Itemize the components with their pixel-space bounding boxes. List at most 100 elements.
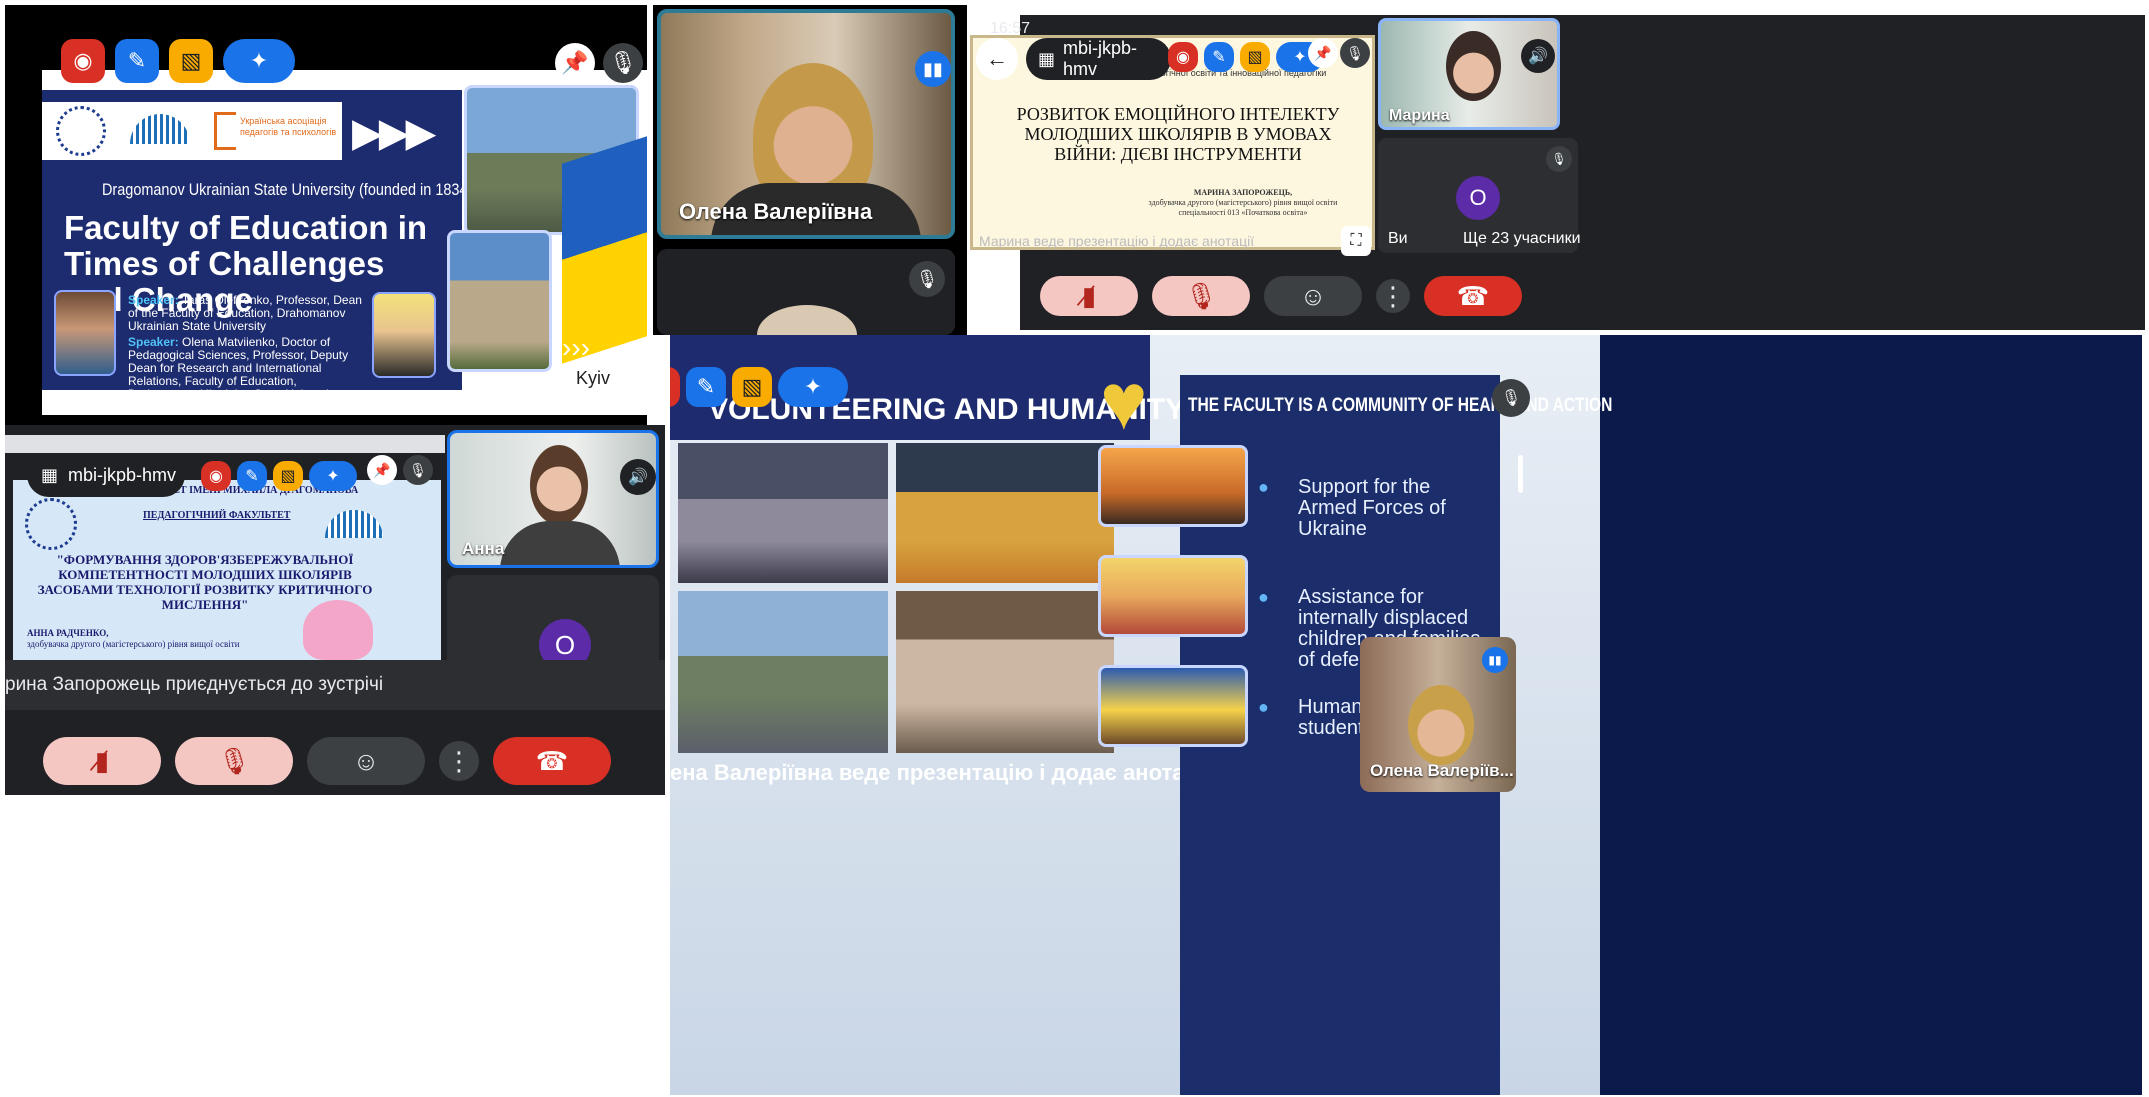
university-line: Dragomanov Ukrainian State University (f…	[102, 180, 473, 199]
pen-icon[interactable]: ✎	[115, 39, 159, 83]
volunteer-photo-1	[678, 443, 888, 583]
sunrise-logo-icon	[130, 114, 190, 144]
association-logo-icon	[214, 112, 236, 150]
children-photo	[1098, 555, 1248, 637]
pen-icon[interactable]: ✎	[1204, 42, 1234, 72]
emoji-button[interactable]: ☺	[307, 737, 425, 785]
mic-off-icon: 🎙	[1546, 146, 1572, 172]
more-options-button[interactable]: ⋮	[1376, 279, 1410, 313]
participant-name: Анна	[462, 539, 505, 558]
join-notification: рина Запорожець приєднується до зустрічі	[5, 660, 665, 710]
participant-name: Олена Валеріївна	[679, 199, 873, 224]
participant-tile-olena-small[interactable]: Олена Валеріїв... ▮▮	[1360, 637, 1516, 792]
participant-tile-anna[interactable]: Анна 🔊	[447, 430, 659, 568]
camera-off-icon[interactable]: ▧	[273, 461, 303, 491]
self-label: Ви	[1388, 230, 1408, 247]
back-arrow-icon[interactable]: ←	[976, 38, 1018, 80]
sparkle-icon[interactable]: ✦	[778, 367, 848, 407]
brain-mascot-icon	[303, 600, 373, 660]
participant-face	[530, 445, 588, 525]
pin-icon[interactable]: 📌	[1308, 38, 1338, 68]
author-name: МАРИНА ЗАПОРОЖЕЦЬ,	[1193, 188, 1293, 197]
hangup-button[interactable]: ☎	[1424, 276, 1522, 316]
author-line2: здобувачка другого (магістерського) рівн…	[1148, 198, 1338, 207]
speaker-icon[interactable]: 🔊	[1521, 39, 1555, 73]
mic-off-button[interactable]: 🎙	[1152, 276, 1250, 316]
association-logo-text: Українська асоціація педагогів та психол…	[240, 116, 337, 137]
chevron-decoration: ›››	[562, 332, 590, 363]
mic-off-icon[interactable]: 🎙	[1340, 38, 1370, 68]
mic-off-icon[interactable]: 🎙	[603, 43, 643, 83]
mic-off-icon[interactable]: 🎙	[1492, 379, 1530, 417]
record-icon[interactable]: ◉	[201, 461, 231, 491]
presenting-caption: Марина веде презентацію і додає анотації	[979, 233, 1255, 249]
city-label: Kyiv	[576, 368, 611, 388]
pen-icon[interactable]: ✎	[686, 367, 726, 407]
annotation-toolbar-3: ◉ ✎ ▧ ✦	[1168, 42, 1324, 72]
slide-4: УНІВЕРСИТЕТ ІМЕНІ МИХАЙЛА ДРАГОМАНОВА ПЕ…	[13, 480, 441, 660]
volunteer-photo-2	[896, 443, 1114, 583]
record-icon[interactable]: ◉	[61, 39, 105, 83]
camera-off-icon[interactable]: ▧	[732, 367, 772, 407]
panel-5-window: VOLUNTEERING AND HUMANITY ◉ ✎ ▧ ✦ ена Ва…	[670, 335, 2142, 1095]
annotation-toolbar-4: ◉ ✎ ▧ ✦	[201, 461, 357, 491]
pin-icon[interactable]: 📌	[367, 455, 397, 485]
join-notice-text: рина Запорожець приєднується до зустрічі	[5, 674, 384, 695]
speaker-icon[interactable]: 🔊	[620, 459, 656, 495]
record-icon[interactable]: ◉	[1168, 42, 1198, 72]
pen-icon[interactable]: ✎	[237, 461, 267, 491]
sparkle-icon[interactable]: ✦	[309, 461, 357, 491]
speaker-2-text: Speaker: Olena Matviienko, Doctor of Ped…	[128, 336, 368, 401]
university-seal-icon	[56, 106, 106, 156]
presenting-caption: ена Валеріївна веде презентацію і додає …	[670, 760, 1211, 785]
slide-1: Українська асоціація педагогів та психол…	[42, 70, 647, 415]
author-block: АННА РАДЧЕНКО, здобувачка другого (магіс…	[27, 628, 287, 650]
scrollbar[interactable]	[1518, 455, 1523, 493]
participant-shoulders	[500, 521, 620, 565]
author-block: МАРИНА ЗАПОРОЖЕЦЬ, здобувачка другого (м…	[1143, 188, 1343, 218]
participant-face	[1446, 31, 1501, 101]
bullet-1: Support for the Armed Forces of Ukraine	[1258, 477, 1478, 540]
participant-tile-olena[interactable]: Олена Валеріївна ▮▮	[657, 9, 955, 239]
avatar-letter: О	[1469, 185, 1487, 210]
calendar-icon: ▦	[1038, 48, 1056, 69]
participant-tile-marina[interactable]: Марина 🔊	[1378, 18, 1560, 130]
meeting-code: mbi-jkpb-hmv	[68, 464, 177, 485]
camera-off-icon[interactable]: ▧	[169, 39, 213, 83]
more-participants-label[interactable]: Ще 23 учасники	[1463, 230, 1581, 248]
right-panel-header: THE FACULTY IS A COMMUNITY OF HEART AND …	[1188, 395, 1613, 416]
logos-bar: Українська асоціація педагогів та психол…	[42, 102, 342, 160]
students-photo	[1098, 665, 1248, 747]
camera-off-icon[interactable]: ▧	[1240, 42, 1270, 72]
arrow-decoration: ▶▶▶	[352, 111, 436, 155]
sparkle-icon[interactable]: ✦	[223, 39, 295, 83]
mic-off-button[interactable]: 🎙	[175, 737, 293, 785]
speaking-indicator-icon: ▮▮	[915, 51, 951, 87]
meeting-code-chip[interactable]: ▦ mbi-jkpb-hmv	[1026, 38, 1171, 80]
hangup-button[interactable]: ☎	[493, 737, 611, 785]
annotation-toolbar-1: ◉ ✎ ▧ ✦	[61, 39, 295, 83]
participant-name: Олена Валеріїв...	[1370, 761, 1514, 780]
participant-name: Марина	[1389, 107, 1450, 124]
slide-title: РОЗВИТОК ЕМОЦІЙНОГО ІНТЕЛЕКТУ МОЛОДШИХ Ш…	[1016, 104, 1340, 164]
ukraine-flag	[562, 136, 647, 364]
pin-icon[interactable]: 📌	[555, 43, 595, 83]
camera-off-button[interactable]: ▮̸	[1040, 276, 1138, 316]
participant-tile-lower[interactable]: 🎙	[657, 249, 955, 335]
emoji-button[interactable]: ☺	[1264, 276, 1362, 316]
speaker-2-label: Speaker:	[128, 335, 179, 349]
volunteer-photo-3	[678, 591, 888, 753]
mic-off-icon[interactable]: 🎙	[403, 455, 433, 485]
call-controls-3: ▮̸ 🎙 ☺ ⋮ ☎	[1040, 276, 1522, 316]
camera-off-button[interactable]: ▮̸	[43, 737, 161, 785]
more-options-button[interactable]: ⋮	[439, 741, 479, 781]
record-icon[interactable]: ◉	[670, 367, 680, 407]
fullscreen-icon[interactable]: ⛶	[1341, 226, 1371, 256]
speaker-1-label: Speaker:	[128, 293, 179, 307]
avatar-letter: О	[554, 629, 576, 660]
speaker-2-photo	[372, 292, 436, 378]
university-seal-icon	[25, 498, 77, 550]
call-controls-4: ▮̸ 🎙 ☺ ⋮ ☎	[43, 737, 611, 785]
self-tile[interactable]: О Ви Ще 23 учасники 🎙	[1378, 138, 1581, 253]
meeting-code-chip[interactable]: ▦ mbi-jkpb-hmv	[27, 453, 185, 497]
